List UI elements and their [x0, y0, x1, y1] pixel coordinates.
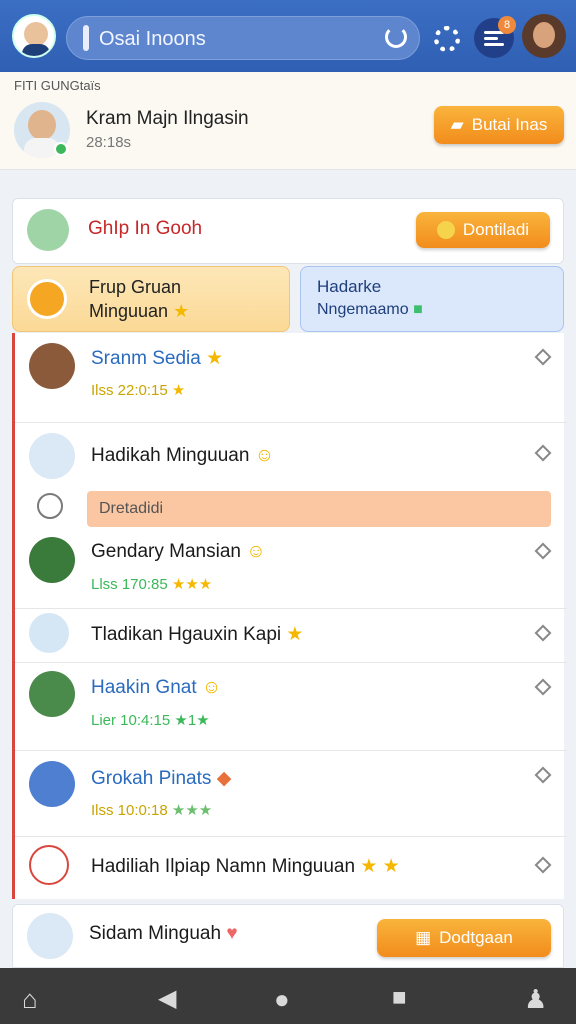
list-item[interactable]: Hadiliah Ilpiap Namn Minguuan ★ ★ — [15, 837, 567, 899]
search-icon — [83, 25, 89, 51]
list-item[interactable]: Grokah Pinats ◆ Ilss 10:0:18 ★★★ — [15, 751, 567, 837]
list-item[interactable]: Gendary Mansian ☺ Llss 170:85 ★★★ — [15, 529, 567, 609]
avatar — [29, 613, 69, 653]
user-time: 28:18s — [86, 134, 132, 151]
search-bar[interactable]: Osai Inoons — [66, 16, 420, 60]
gift-icon — [37, 493, 63, 519]
chat-icon — [27, 209, 69, 251]
notification-badge: 8 — [498, 16, 516, 34]
circle-icon[interactable]: ● — [274, 984, 290, 1015]
top-bar: Osai Inoons 8 — [0, 0, 576, 72]
chevron-icon[interactable] — [534, 856, 552, 874]
gift-list: Sranm Sedia ★ Ilss 22:0:15 ★ Hadikah Min… — [12, 333, 567, 899]
avatar[interactable] — [12, 14, 56, 58]
square-icon[interactable]: ■ — [392, 984, 407, 1012]
chevron-icon[interactable] — [534, 348, 552, 366]
online-indicator — [54, 142, 68, 156]
avatar — [29, 343, 75, 389]
chevron-icon[interactable] — [534, 624, 552, 642]
avatar — [29, 433, 75, 479]
back-icon[interactable]: ◀ — [158, 984, 176, 1013]
tab-other[interactable]: Hadarke Nngemaamo ■ — [300, 266, 564, 332]
profile-action-button[interactable]: ▰ Butai Inas — [434, 106, 564, 144]
bottom-nav: ⌂ ◀ ● ■ ♟ — [0, 968, 576, 1024]
list-item[interactable]: Tladikan Hgauxin Kapi ★ — [15, 609, 567, 663]
tab-weekly[interactable]: Frup Gruan Minguuan ★ — [12, 266, 290, 332]
tab-other-sub: Nngemaamo ■ — [317, 301, 423, 318]
user-name: Kram Majn Ilngasin — [86, 108, 249, 129]
list-item[interactable]: Sranm Sedia ★ Ilss 22:0:15 ★ — [15, 333, 567, 423]
list-item[interactable]: Haakin Gnat ☺ Lier 10:4:15 ★1★ — [15, 663, 567, 751]
tab-weekly-sub: Minguuan ★ — [89, 301, 190, 321]
refresh-icon[interactable] — [385, 26, 407, 48]
notice-bar: Dretadidi — [87, 491, 551, 527]
section-caption: FITI GUNGtaïs — [14, 78, 101, 93]
search-input[interactable]: Osai Inoons — [99, 28, 206, 51]
gear-icon[interactable] — [434, 26, 460, 52]
chevron-icon[interactable] — [534, 542, 552, 560]
home-icon[interactable]: ⌂ — [22, 984, 38, 1015]
avatar — [29, 537, 75, 583]
avatar — [27, 913, 73, 959]
download-icon — [436, 221, 455, 239]
chevron-icon[interactable] — [534, 678, 552, 696]
star-icon: ★ — [173, 301, 190, 321]
list-item[interactable]: Hadikah Minguuan ☺ Dretadidi — [15, 423, 567, 529]
folder-icon: ▰ — [450, 115, 464, 134]
profile-avatar[interactable] — [522, 14, 566, 58]
avatar — [29, 845, 69, 885]
avatar — [29, 761, 75, 807]
user-icon[interactable]: ♟ — [524, 984, 547, 1015]
tab-other-label: Hadarke — [317, 277, 382, 296]
download-button[interactable]: Dontiladi — [416, 212, 550, 248]
chevron-icon[interactable] — [534, 444, 552, 462]
footer-item[interactable]: Sidam Minguah ♥ ▦ Dodtgaan — [12, 904, 564, 968]
group-title: GhIp In Gooh — [88, 218, 203, 239]
chevron-icon[interactable] — [534, 766, 552, 784]
avatar — [29, 671, 75, 717]
tab-weekly-label: Frup Gruan — [89, 277, 182, 297]
profile-header: FITI GUNGtaïs Kram Majn Ilngasin 28:18s … — [0, 72, 576, 170]
footer-action-button[interactable]: ▦ Dodtgaan — [377, 919, 551, 957]
tab-icon — [27, 279, 67, 319]
box-icon: ▦ — [415, 928, 432, 947]
